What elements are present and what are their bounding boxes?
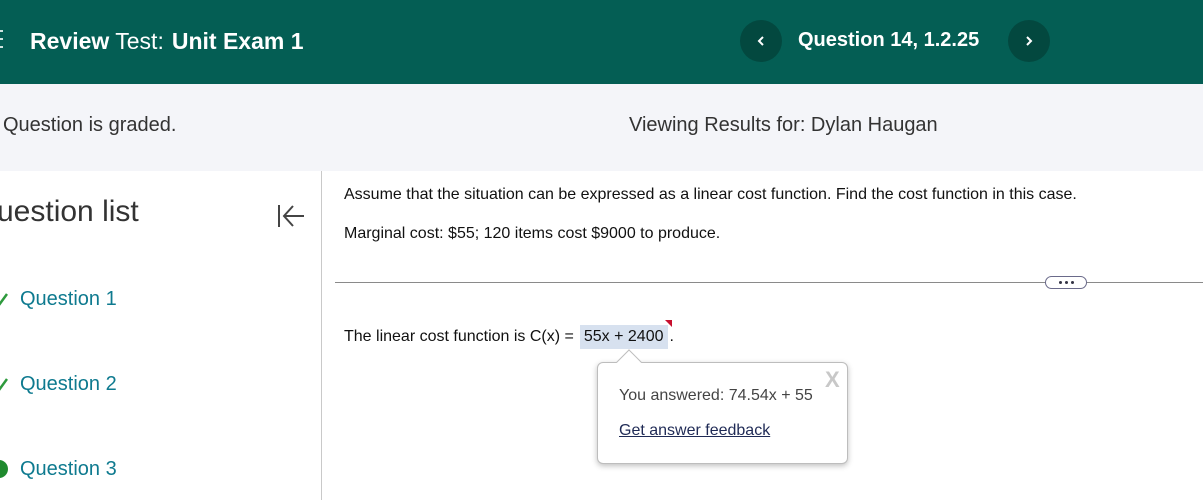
question-number-label: Question 14, 1.2.25	[798, 29, 980, 51]
close-popup-button[interactable]: X	[825, 367, 840, 393]
status-bar	[0, 84, 1203, 171]
menu-icon[interactable]	[0, 30, 3, 50]
correct-circle-icon	[0, 460, 8, 478]
question-list-item-1[interactable]: Question 1	[0, 288, 200, 318]
answer-value: 55x + 2400	[583, 328, 664, 345]
question-list-item-label: Question 1	[20, 288, 117, 310]
chevron-left-icon	[757, 36, 764, 46]
expand-toggle-button[interactable]	[1045, 276, 1087, 289]
question-given: Marginal cost: $55; 120 items cost $9000…	[344, 225, 721, 242]
next-question-button[interactable]	[1008, 20, 1050, 62]
partial-check-icon	[0, 378, 8, 391]
question-list-item-2[interactable]: Question 2	[0, 373, 200, 403]
incorrect-flag-icon	[664, 320, 672, 327]
question-list-sidebar: uestion list Question 1 Question 2 Quest…	[0, 171, 322, 500]
top-bar: Review Test: Unit Exam 1 Question 14, 1.2.…	[0, 0, 1203, 84]
question-list-item-3[interactable]: Question 3	[0, 458, 200, 488]
answer-box[interactable]: 55x + 2400	[579, 320, 672, 349]
viewing-results-text: Viewing Results for: Dylan Haugan	[629, 114, 938, 136]
answer-popup: X You answered: 74.54x + 55 Get answer f…	[597, 349, 848, 464]
question-list-title: uestion list	[0, 195, 139, 228]
answer-prefix: The linear cost function is C(x) =	[344, 328, 574, 345]
partial-check-icon	[0, 293, 8, 306]
review-label: Review	[30, 28, 110, 54]
question-list-item-label: Question 3	[20, 458, 117, 480]
graded-status: Question is graded.	[3, 114, 177, 136]
answer-line: The linear cost function is C(x) = 55x +…	[344, 320, 674, 349]
previous-question-button[interactable]	[740, 20, 782, 62]
chevron-right-icon	[1026, 36, 1033, 46]
exam-name: Unit Exam 1	[171, 28, 304, 54]
question-prompt: Assume that the situation can be express…	[344, 186, 1077, 203]
collapse-left-icon[interactable]	[276, 201, 306, 231]
answer-suffix: .	[669, 328, 674, 345]
page-title: Review Test: Unit Exam 1	[30, 28, 304, 55]
question-list-item-label: Question 2	[20, 373, 117, 395]
get-answer-feedback-link[interactable]: Get answer feedback	[619, 422, 770, 440]
test-label: Test:	[115, 28, 164, 54]
you-answered-text: You answered: 74.54x + 55	[619, 387, 813, 404]
